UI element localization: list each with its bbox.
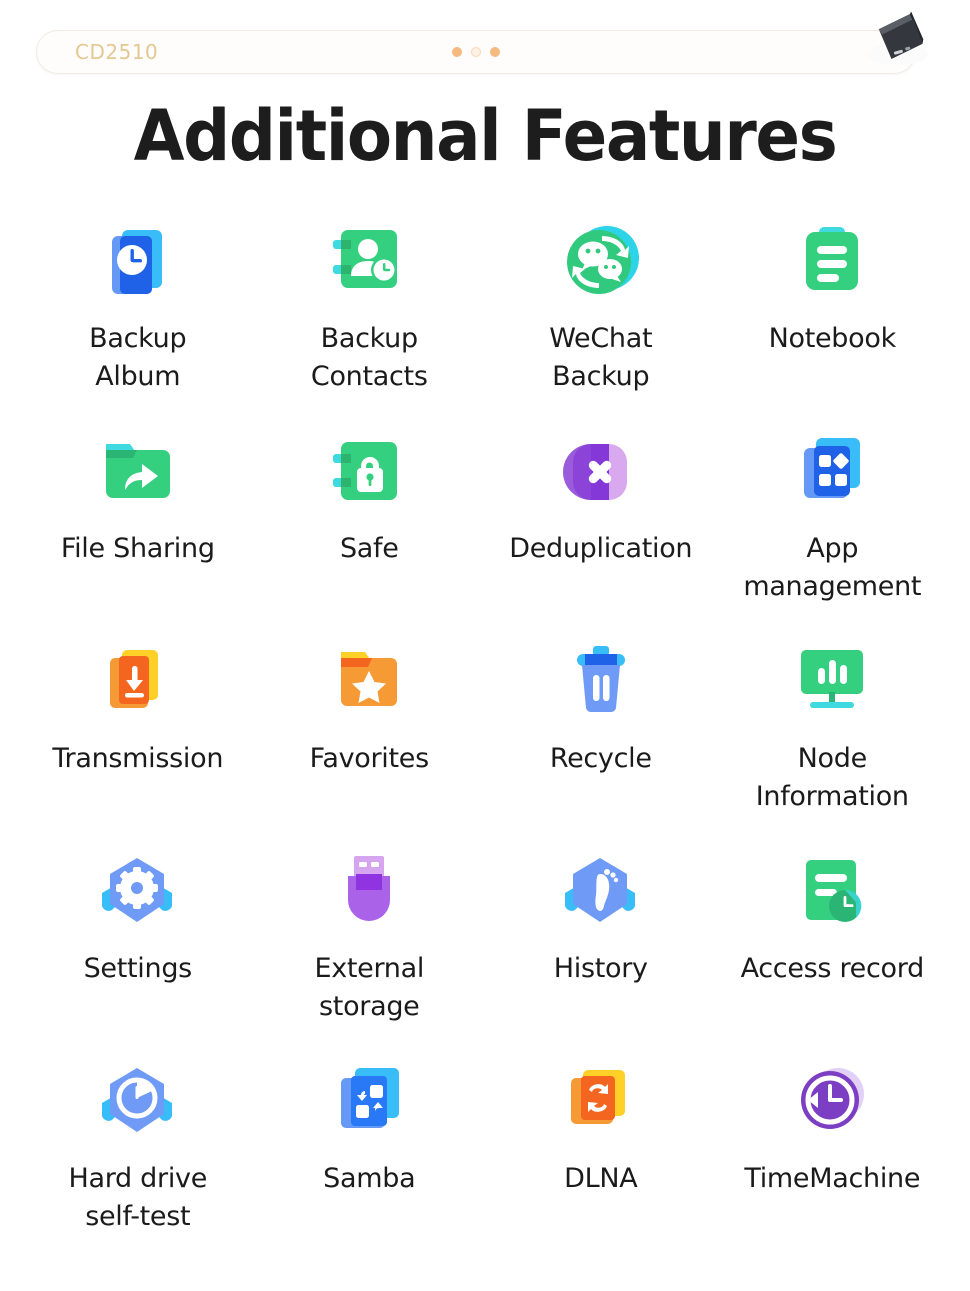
feature-favorites[interactable]: Favorites [254, 626, 486, 836]
favorites-star-icon [321, 636, 417, 732]
feature-label: Hard drive self-test [68, 1163, 208, 1232]
backup-album-icon [90, 216, 186, 312]
feature-label: Safe [339, 533, 399, 564]
feature-label: History [553, 953, 648, 984]
feature-label: App management [743, 533, 922, 602]
samba-icon [321, 1056, 417, 1152]
feature-file-sharing[interactable]: File Sharing [22, 416, 254, 626]
feature-label: Transmission [52, 743, 224, 774]
feature-label: Notebook [768, 323, 897, 354]
backup-contacts-icon [321, 216, 417, 312]
feature-samba[interactable]: Samba [254, 1046, 486, 1256]
history-footprint-icon [553, 846, 649, 942]
app-management-icon [784, 426, 880, 522]
access-record-icon [784, 846, 880, 942]
status-dots [452, 47, 500, 57]
feature-hard-drive-selftest[interactable]: Hard drive self-test [22, 1046, 254, 1256]
additional-features-page: CD2510 Additional Features Backup Album … [0, 0, 970, 1291]
feature-label: Access record [740, 953, 925, 984]
page-title: Additional Features [133, 95, 838, 177]
feature-label: Backup Contacts [310, 323, 428, 392]
features-grid: Backup Album Backup Contacts WeChat Back… [22, 206, 948, 1256]
feature-transmission[interactable]: Transmission [22, 626, 254, 836]
feature-deduplication[interactable]: Deduplication [485, 416, 717, 626]
feature-label: Settings [83, 953, 193, 984]
feature-label: WeChat Backup [549, 323, 653, 392]
feature-node-information[interactable]: Node Information [717, 626, 949, 836]
dlna-icon [553, 1056, 649, 1152]
node-information-icon [784, 636, 880, 732]
settings-gear-icon [90, 846, 186, 942]
dot-indicator-2 [471, 47, 481, 57]
safe-lock-icon [321, 426, 417, 522]
feature-label: Node Information [755, 743, 909, 812]
feature-recycle[interactable]: Recycle [485, 626, 717, 836]
feature-settings[interactable]: Settings [22, 836, 254, 1046]
feature-wechat-backup[interactable]: WeChat Backup [485, 206, 717, 416]
dot-indicator-3 [490, 47, 500, 57]
feature-label: DLNA [564, 1163, 638, 1194]
feature-label: Backup Album [89, 323, 187, 392]
feature-history[interactable]: History [485, 836, 717, 1046]
dot-indicator-1 [452, 47, 462, 57]
feature-app-management[interactable]: App management [717, 416, 949, 626]
device-topbar: CD2510 [36, 30, 916, 74]
feature-label: External storage [314, 953, 425, 1022]
feature-external-storage[interactable]: External storage [254, 836, 486, 1046]
file-sharing-icon [90, 426, 186, 522]
feature-safe[interactable]: Safe [254, 416, 486, 626]
notebook-icon [784, 216, 880, 312]
feature-label: Recycle [549, 743, 652, 774]
feature-label: Samba [323, 1163, 416, 1194]
feature-label: Deduplication [509, 533, 693, 564]
feature-notebook[interactable]: Notebook [717, 206, 949, 416]
feature-label: Favorites [309, 743, 430, 774]
recycle-bin-icon [553, 636, 649, 732]
feature-label: TimeMachine [744, 1163, 921, 1194]
feature-backup-contacts[interactable]: Backup Contacts [254, 206, 486, 416]
feature-label: File Sharing [60, 533, 215, 564]
feature-dlna[interactable]: DLNA [485, 1046, 717, 1256]
device-model-label: CD2510 [75, 40, 159, 64]
feature-timemachine[interactable]: TimeMachine [717, 1046, 949, 1256]
usb-drive-icon [321, 846, 417, 942]
transmission-icon [90, 636, 186, 732]
feature-backup-album[interactable]: Backup Album [22, 206, 254, 416]
wechat-backup-icon [553, 216, 649, 312]
deduplication-icon [553, 426, 649, 522]
timemachine-icon [784, 1056, 880, 1152]
portable-ssd-icon [862, 6, 932, 72]
hard-drive-selftest-icon [90, 1056, 186, 1152]
feature-access-record[interactable]: Access record [717, 836, 949, 1046]
